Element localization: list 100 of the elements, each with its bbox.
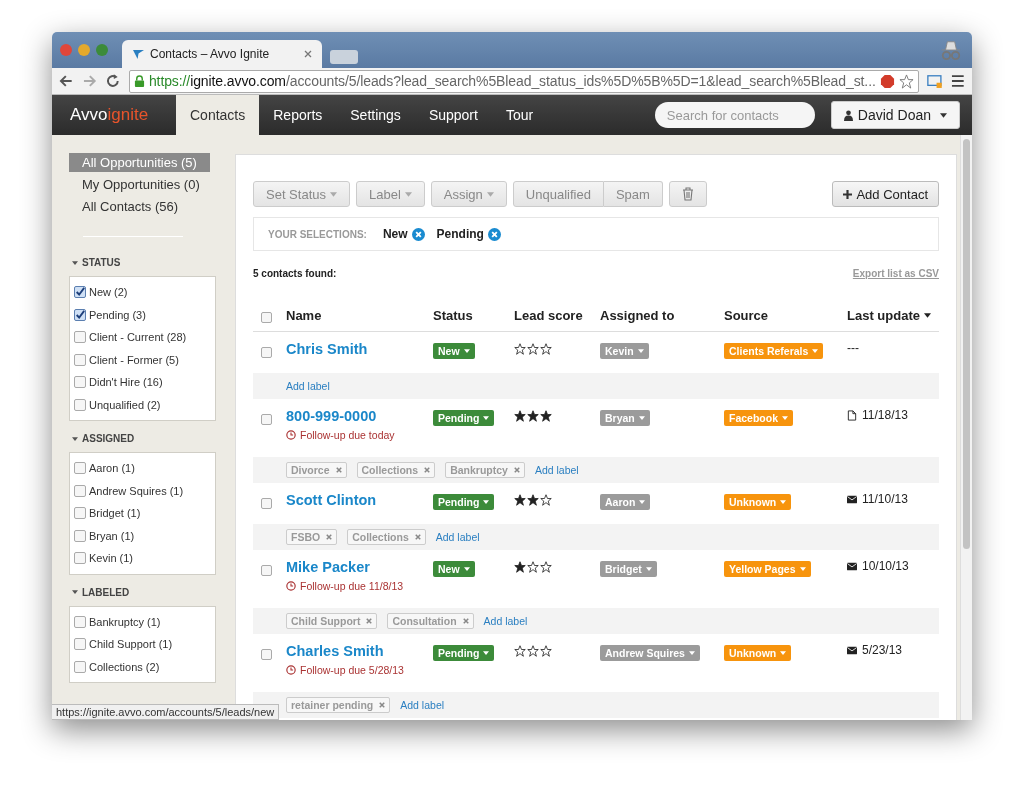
user-menu-button[interactable]: David Doan bbox=[830, 101, 960, 129]
assignee-dropdown[interactable]: Andrew Squires bbox=[600, 645, 700, 661]
source-dropdown[interactable]: Facebook bbox=[724, 410, 793, 426]
checkbox[interactable] bbox=[74, 376, 86, 389]
source-dropdown[interactable]: Unknown bbox=[724, 645, 792, 661]
contact-name-link[interactable]: Scott Clinton bbox=[286, 492, 433, 508]
add-contact-button[interactable]: Add Contact bbox=[832, 181, 939, 207]
remove-label-icon[interactable] bbox=[424, 467, 431, 473]
source-dropdown[interactable]: Yellow Pages bbox=[724, 561, 811, 577]
checkbox[interactable] bbox=[74, 462, 86, 475]
add-label-link[interactable]: Add label bbox=[483, 615, 528, 627]
close-tab-icon[interactable] bbox=[304, 50, 312, 58]
column-header[interactable]: Name bbox=[286, 308, 433, 323]
remove-label-icon[interactable] bbox=[326, 534, 333, 540]
forward-arrow-icon[interactable] bbox=[81, 73, 98, 89]
lead-score-stars[interactable] bbox=[514, 410, 552, 422]
delete-button[interactable] bbox=[668, 181, 707, 207]
search-field[interactable]: Search for contacts bbox=[654, 102, 815, 128]
nav-tab[interactable]: Reports bbox=[259, 95, 337, 135]
filter-section-heading[interactable]: STATUS bbox=[72, 257, 216, 268]
star-icon[interactable] bbox=[898, 73, 914, 89]
checkbox[interactable] bbox=[74, 529, 86, 542]
remove-label-icon[interactable] bbox=[366, 618, 373, 624]
nav-tab[interactable]: Contacts bbox=[176, 95, 260, 135]
menu-icon[interactable] bbox=[950, 73, 967, 89]
screen-icon[interactable] bbox=[926, 73, 943, 89]
avvo-ignite-logo[interactable]: Avvoignite bbox=[70, 95, 156, 135]
status-dropdown[interactable]: Pending bbox=[433, 645, 495, 661]
add-label-link[interactable]: Add label bbox=[400, 699, 445, 711]
nav-tab[interactable]: Support bbox=[414, 95, 492, 135]
remove-icon[interactable] bbox=[487, 227, 501, 241]
column-header[interactable]: Assigned to bbox=[600, 308, 724, 323]
row-checkbox[interactable] bbox=[261, 565, 272, 576]
checkbox[interactable] bbox=[74, 331, 86, 344]
status-dropdown[interactable]: Pending bbox=[433, 494, 495, 510]
contact-name-link[interactable]: Mike Packer bbox=[286, 559, 433, 575]
row-checkbox[interactable] bbox=[261, 498, 272, 509]
filter-section-heading[interactable]: LABELED bbox=[72, 586, 216, 598]
nav-tab[interactable]: Tour bbox=[491, 95, 548, 135]
remove-label-icon[interactable] bbox=[513, 467, 520, 473]
add-label-link[interactable]: Add label bbox=[534, 464, 579, 476]
row-checkbox[interactable] bbox=[261, 414, 272, 425]
stop-sign-icon[interactable] bbox=[879, 73, 895, 89]
checkbox[interactable] bbox=[74, 398, 86, 411]
status-dropdown[interactable]: New bbox=[433, 343, 475, 359]
lead-score-stars[interactable] bbox=[514, 561, 552, 573]
assignee-dropdown[interactable]: Kevin bbox=[600, 343, 649, 359]
back-arrow-icon[interactable] bbox=[58, 73, 74, 89]
remove-label-icon[interactable] bbox=[379, 702, 386, 708]
row-checkbox[interactable] bbox=[261, 347, 272, 358]
view-link[interactable]: My Opportunities (0) bbox=[69, 175, 213, 194]
remove-label-icon[interactable] bbox=[462, 618, 469, 624]
assignee-dropdown[interactable]: Bryan bbox=[600, 410, 650, 426]
contact-name-link[interactable]: 800-999-0000 bbox=[286, 408, 433, 424]
column-header[interactable]: Status bbox=[433, 308, 514, 323]
action-button[interactable]: Set Status bbox=[253, 181, 350, 207]
checkbox[interactable] bbox=[74, 552, 86, 565]
reload-icon[interactable] bbox=[105, 73, 121, 89]
select-all-checkbox[interactable] bbox=[261, 312, 272, 323]
action-button[interactable]: Assign bbox=[430, 181, 507, 207]
checkbox[interactable] bbox=[74, 286, 86, 299]
remove-icon[interactable] bbox=[411, 227, 425, 241]
column-header[interactable]: Source bbox=[724, 308, 847, 323]
add-label-link[interactable]: Add label bbox=[286, 380, 330, 392]
checkbox[interactable] bbox=[74, 615, 86, 628]
action-button[interactable]: Spam bbox=[603, 181, 663, 207]
contact-name-link[interactable]: Charles Smith bbox=[286, 643, 433, 659]
export-link[interactable]: Export list as CSV bbox=[852, 267, 939, 279]
remove-label-icon[interactable] bbox=[414, 534, 421, 540]
assignee-dropdown[interactable]: Bridget bbox=[600, 561, 657, 577]
view-link[interactable]: All Opportunities (5) bbox=[69, 153, 210, 172]
row-checkbox[interactable] bbox=[261, 649, 272, 660]
checkbox[interactable] bbox=[74, 484, 86, 497]
column-header[interactable]: Last update bbox=[847, 308, 939, 323]
remove-label-icon[interactable] bbox=[335, 467, 342, 473]
add-label-link[interactable]: Add label bbox=[435, 531, 480, 543]
checkbox[interactable] bbox=[74, 638, 86, 651]
status-dropdown[interactable]: Pending bbox=[433, 410, 495, 426]
action-button[interactable]: Unqualified bbox=[512, 181, 604, 207]
lead-score-stars[interactable] bbox=[514, 343, 552, 355]
lead-score-stars[interactable] bbox=[514, 494, 552, 506]
nav-tab[interactable]: Settings bbox=[336, 95, 415, 135]
source-dropdown[interactable]: Unknown bbox=[724, 494, 792, 510]
minimize-window-icon[interactable] bbox=[78, 44, 90, 56]
view-link[interactable]: All Contacts (56) bbox=[69, 197, 192, 216]
status-dropdown[interactable]: New bbox=[433, 561, 475, 577]
address-bar[interactable]: https://ignite.avvo.com/accounts/5/leads?lead_search%5Blead_status_ids%5D%5B%5D=1&lead_search%5Blead_st... bbox=[128, 69, 919, 93]
source-dropdown[interactable]: Clients Referals bbox=[724, 343, 824, 359]
lead-score-stars[interactable] bbox=[514, 645, 552, 657]
checkbox[interactable] bbox=[74, 507, 86, 520]
checkbox[interactable] bbox=[74, 308, 86, 321]
column-header[interactable]: Lead score bbox=[514, 308, 600, 323]
checkbox[interactable] bbox=[74, 660, 86, 673]
assignee-dropdown[interactable]: Aaron bbox=[600, 494, 651, 510]
contact-name-link[interactable]: Chris Smith bbox=[286, 341, 433, 357]
browser-tab[interactable]: Contacts – Avvo Ignite bbox=[122, 40, 322, 68]
filter-section-heading[interactable]: ASSIGNED bbox=[72, 433, 216, 444]
action-button[interactable]: Label bbox=[356, 181, 425, 207]
scrollbar[interactable] bbox=[960, 135, 972, 720]
checkbox[interactable] bbox=[74, 353, 86, 366]
